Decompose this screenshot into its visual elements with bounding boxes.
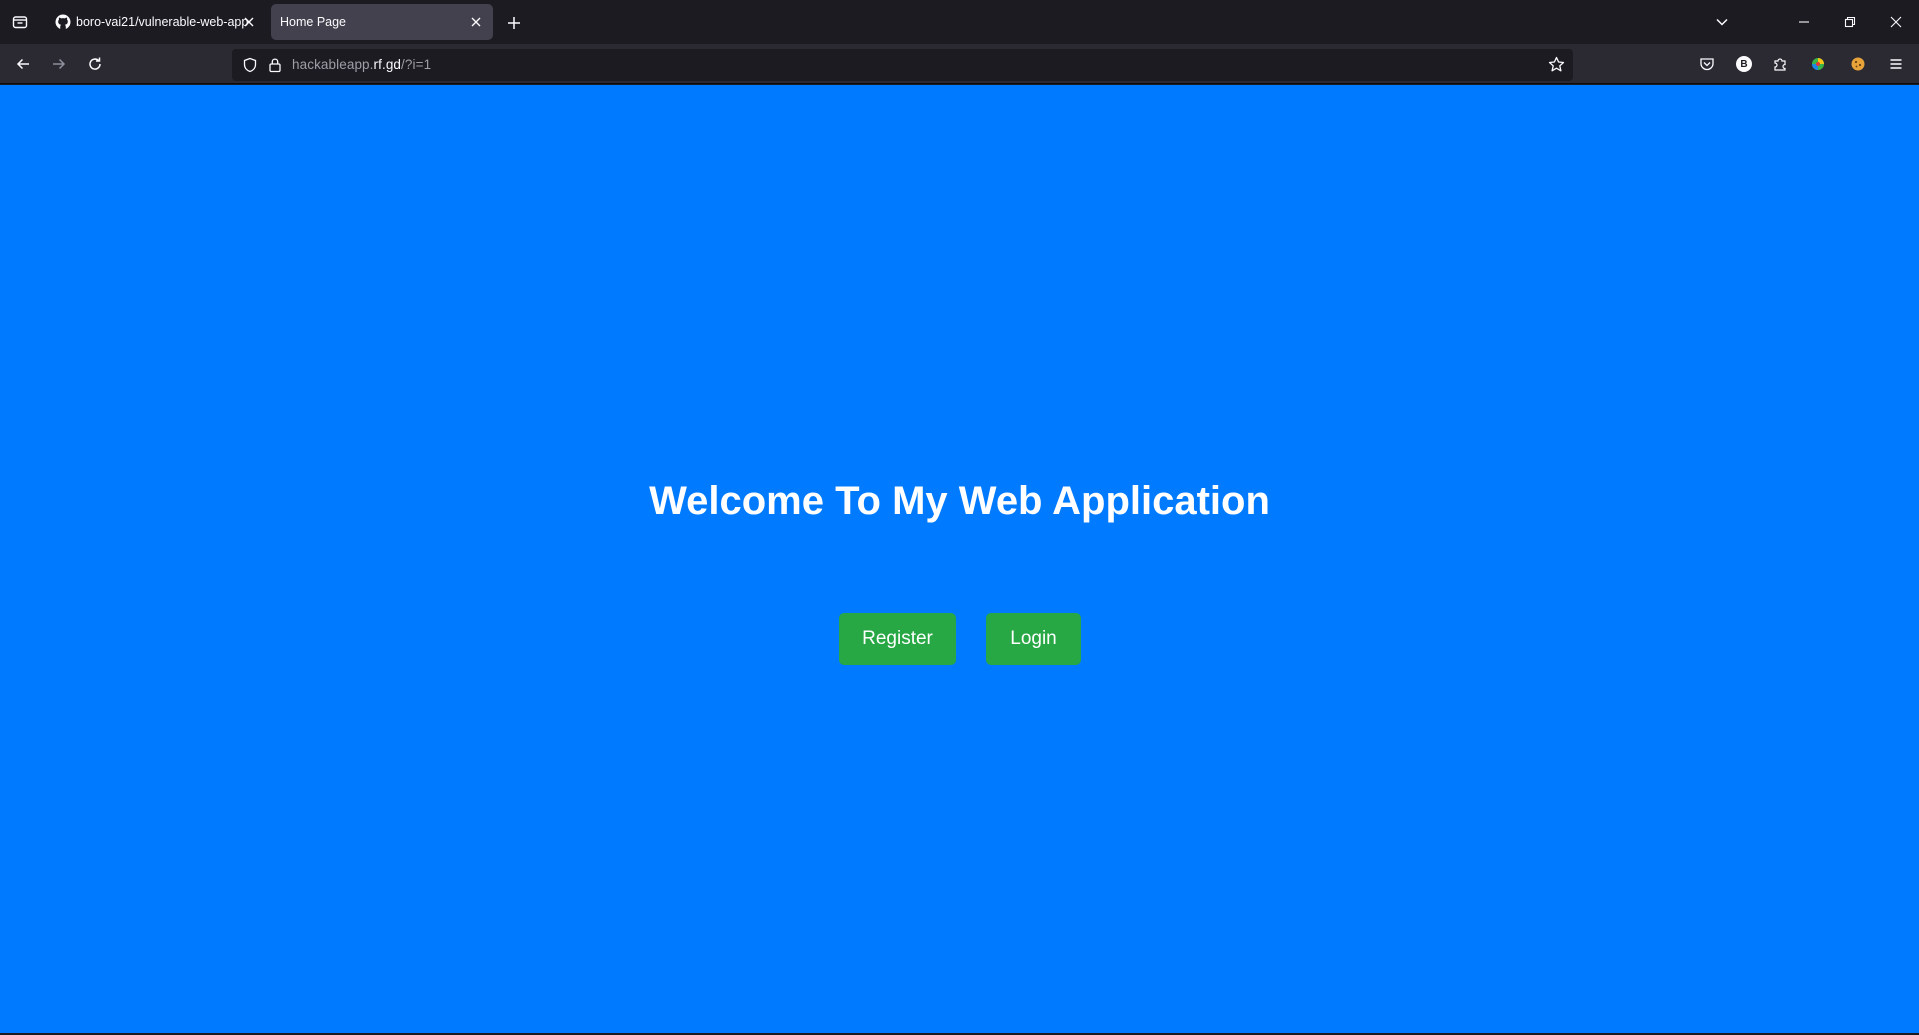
url-text[interactable]: hackableapp.rf.gd/?i=1: [292, 57, 431, 72]
login-button[interactable]: Login: [986, 613, 1081, 665]
menu-icon[interactable]: [1882, 50, 1910, 78]
tab-home-page[interactable]: Home Page: [271, 4, 493, 40]
minimize-icon[interactable]: [1793, 11, 1815, 33]
browser-titlebar: boro-vai21/vulnerable-web-app Home Page: [0, 0, 1919, 44]
close-tab-icon[interactable]: [240, 13, 258, 31]
new-tab-icon[interactable]: [503, 12, 525, 34]
restore-icon[interactable]: [1839, 11, 1861, 33]
url-host: rf.gd: [373, 57, 402, 72]
url-prefix: hackableapp.: [292, 57, 374, 72]
tab-label: Home Page: [280, 15, 347, 29]
address-bar[interactable]: hackableapp.rf.gd/?i=1: [232, 49, 1573, 81]
extension-badge: B: [1736, 56, 1752, 72]
close-window-icon[interactable]: [1885, 11, 1907, 33]
url-suffix: /?i=1: [401, 57, 432, 72]
bookmark-star-icon[interactable]: [1548, 56, 1565, 73]
pocket-icon[interactable]: [1693, 50, 1721, 78]
tab-github[interactable]: boro-vai21/vulnerable-web-app: [47, 4, 262, 40]
cookie-extension-icon[interactable]: [1844, 50, 1872, 78]
navigation-toolbar: hackableapp.rf.gd/?i=1 B: [0, 44, 1919, 84]
extension-b-icon[interactable]: B: [1730, 50, 1758, 78]
tracking-protection-shield-icon[interactable]: [242, 57, 258, 73]
close-tab-icon[interactable]: [467, 13, 485, 31]
forward-icon[interactable]: [45, 50, 73, 78]
tab-label: boro-vai21/vulnerable-web-app: [76, 15, 249, 29]
lock-icon[interactable]: [268, 57, 282, 73]
colorful-extension-icon[interactable]: [1804, 50, 1832, 78]
reload-icon[interactable]: [81, 50, 109, 78]
register-button[interactable]: Register: [839, 613, 956, 665]
tab-manager-icon[interactable]: [9, 11, 31, 33]
github-icon: [55, 14, 71, 30]
page-headline: Welcome To My Web Application: [649, 479, 1270, 523]
list-all-tabs-icon[interactable]: [1711, 11, 1733, 33]
extensions-puzzle-icon[interactable]: [1766, 50, 1794, 78]
back-icon[interactable]: [9, 50, 37, 78]
page-content: Welcome To My Web Application Register L…: [0, 85, 1919, 1033]
